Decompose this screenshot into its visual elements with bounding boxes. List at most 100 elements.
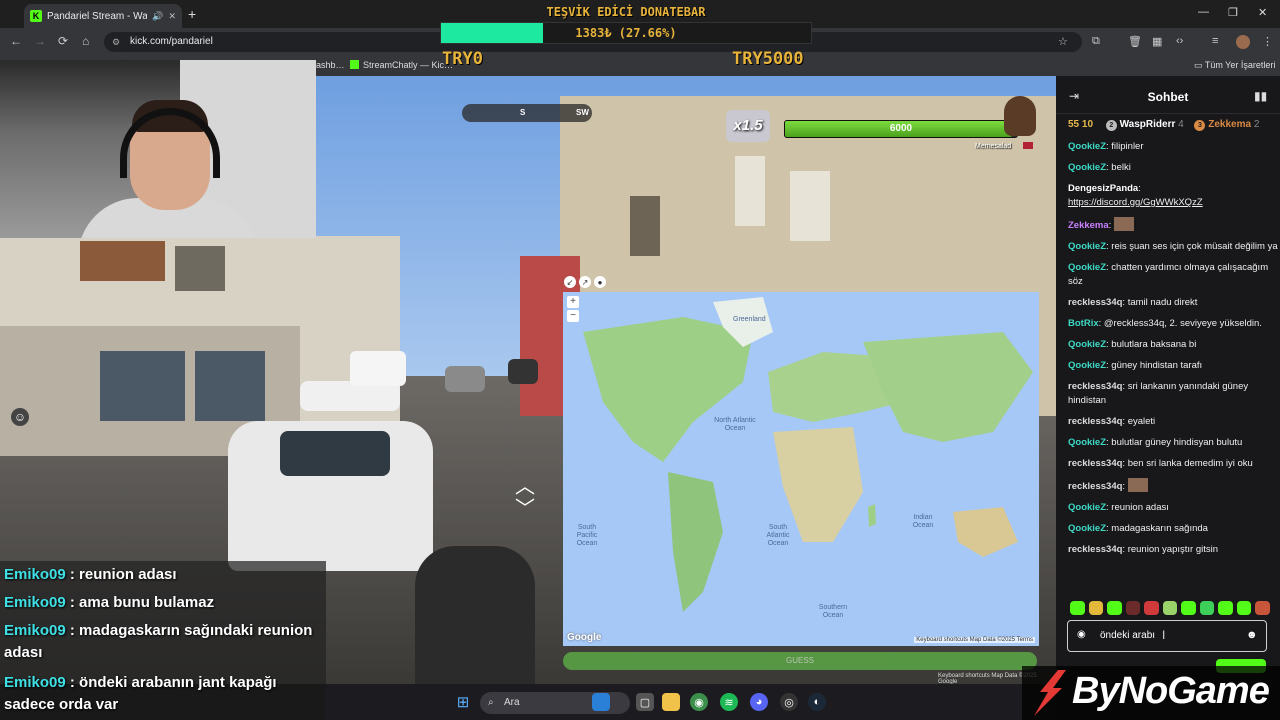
bookmark-star-icon[interactable]: ☆	[1058, 35, 1068, 48]
close-window-icon[interactable]: ✕	[1258, 6, 1267, 19]
chat-input[interactable]: ◉ öndeki arabı I ☻	[1067, 620, 1267, 652]
leader-count: 55 10	[1068, 119, 1094, 130]
bookmark-item[interactable]: StreamChatly — Kic…	[350, 60, 453, 70]
chat-settings-icon[interactable]: ◉	[1077, 629, 1086, 640]
chat-username[interactable]: reckless34q	[1068, 458, 1122, 469]
chat-username[interactable]: QookieZ	[1068, 241, 1106, 252]
emote-icon[interactable]	[1088, 601, 1104, 615]
chat-username[interactable]: DengesizPanda	[1068, 183, 1138, 194]
rank-badge: 3	[1194, 120, 1206, 131]
parked-van	[350, 351, 406, 386]
chat-username[interactable]: reckless34q	[1068, 544, 1122, 555]
emote-icon[interactable]	[1162, 601, 1178, 615]
forward-arrow-icon[interactable]: ︿	[505, 476, 545, 498]
chat-message: BotRix: @reckless34q, 2. seviyeye yüksel…	[1068, 317, 1278, 331]
audio-icon[interactable]: 🔊	[152, 11, 163, 22]
chat-text: reunion yapıştır gitsin	[1127, 544, 1218, 555]
widget-icon[interactable]	[592, 693, 610, 711]
new-tab-button[interactable]: +	[188, 6, 196, 22]
overlay-user: Emiko09	[4, 674, 66, 691]
emote-bar	[1070, 601, 1271, 617]
extensions-icon[interactable]: ⧉	[1092, 35, 1100, 48]
map-expand-icon[interactable]: ↗	[579, 276, 591, 288]
health-bar: 6000	[784, 120, 1018, 138]
menu-icon[interactable]: ⋮	[1262, 35, 1273, 48]
backward-arrow-icon[interactable]: ﹀	[505, 498, 545, 520]
window	[630, 196, 660, 256]
chrome-icon[interactable]: ◉	[690, 693, 708, 711]
emote-icon[interactable]	[1236, 601, 1252, 615]
chat-username[interactable]: QookieZ	[1068, 262, 1106, 273]
emote-icon[interactable]	[1107, 601, 1122, 615]
bookmark-item[interactable]: ashb…	[316, 60, 345, 70]
chat-username[interactable]: QookieZ	[1068, 502, 1106, 513]
chat-username[interactable]: reckless34q	[1068, 381, 1122, 392]
emote-icon[interactable]	[1218, 601, 1233, 615]
discord-icon[interactable]: ◕	[750, 693, 768, 711]
health-value: 6000	[889, 123, 913, 134]
maximize-icon[interactable]: ❐	[1228, 6, 1238, 19]
windows-start-icon[interactable]: ⊞	[454, 693, 472, 711]
chat-message: reckless34q: tamil nadu direkt	[1068, 296, 1278, 310]
chat-username[interactable]: BotRix	[1068, 318, 1099, 329]
spotify-icon[interactable]: ≋	[720, 693, 738, 711]
chat-username[interactable]: QookieZ	[1068, 437, 1106, 448]
zoom-in-button[interactable]: +	[567, 296, 579, 308]
guess-button[interactable]: GUESS	[563, 652, 1037, 670]
browser-tab[interactable]: K Pandariel Stream - Watch Li 🔊 ✕	[24, 4, 182, 28]
reload-icon[interactable]: ⟳	[58, 34, 68, 48]
chat-message: QookieZ: madagaskarın sağında	[1068, 522, 1278, 536]
chat-username[interactable]: Zekkema	[1068, 220, 1109, 231]
overlay-chat-line: Emiko09 : madagaskarın sağındaki reunion…	[4, 622, 313, 661]
obs-icon[interactable]: ◎	[780, 693, 798, 711]
map-shrink-icon[interactable]: ↙	[564, 276, 576, 288]
emote-icon[interactable]	[1070, 601, 1085, 615]
chat-username[interactable]: QookieZ	[1068, 162, 1106, 173]
emote-icon[interactable]	[1125, 601, 1141, 615]
chat-users-icon[interactable]: ▮▮	[1254, 89, 1267, 103]
home-icon[interactable]: ⌂	[82, 34, 89, 48]
compass-s: S	[520, 108, 526, 117]
forward-icon[interactable]: →	[34, 34, 46, 48]
chat-username[interactable]: QookieZ	[1068, 523, 1106, 534]
code-icon[interactable]: ‹›	[1176, 35, 1183, 47]
task-view-icon[interactable]: ▢	[636, 693, 654, 711]
emote-icon[interactable]	[1144, 601, 1159, 615]
world-map	[583, 297, 1033, 612]
reading-list-icon[interactable]: ≡	[1212, 35, 1218, 47]
guess-map[interactable]: + − Greenland North Atlantic Ocean South…	[563, 292, 1039, 646]
emote-icon[interactable]: ☺	[11, 408, 29, 426]
site-info-icon[interactable]: ⚙	[112, 32, 120, 52]
zoom-out-button[interactable]: −	[567, 310, 579, 322]
back-icon[interactable]: ←	[10, 34, 22, 48]
chat-link[interactable]: https://discord.gg/GgWWkXQzZ	[1068, 197, 1203, 208]
steam-icon[interactable]: ◐	[808, 693, 826, 711]
emoji-picker-icon[interactable]: ☻	[1246, 629, 1258, 641]
overlay-chat-line: Emiko09 : öndeki arabanın jant kapağı sa…	[4, 674, 277, 713]
ocean-label: South Atlantic Ocean	[766, 524, 790, 547]
chat-text: reunion adası	[1111, 502, 1169, 513]
trash-icon[interactable]: 🗑	[1128, 35, 1142, 48]
emote-icon[interactable]	[1255, 601, 1271, 615]
chat-message: QookieZ: chatten yardımcı olmaya çalışac…	[1068, 261, 1278, 289]
leader-count: 4	[1178, 119, 1184, 130]
profile-avatar[interactable]	[1236, 35, 1250, 49]
minimize-icon[interactable]: —	[1198, 6, 1209, 18]
move-arrows[interactable]: ︿ ﹀	[505, 476, 545, 520]
chat-username[interactable]: reckless34q	[1068, 297, 1122, 308]
chat-username[interactable]: QookieZ	[1068, 141, 1106, 152]
map-pin-icon[interactable]: ●	[594, 276, 606, 288]
gift-leaderboard: 55 10 2 WaspRiderr 4 3 Zekkema 2	[1068, 119, 1278, 133]
chat-username[interactable]: reckless34q	[1068, 416, 1122, 427]
chat-username[interactable]: reckless34q	[1068, 481, 1122, 492]
chat-username[interactable]: QookieZ	[1068, 339, 1106, 350]
emote-icon[interactable]	[1181, 601, 1196, 615]
ocean-label: North Atlantic Ocean	[714, 417, 756, 432]
grid-icon[interactable]: ▦	[1152, 35, 1162, 48]
close-tab-icon[interactable]: ✕	[168, 11, 176, 22]
file-explorer-icon[interactable]	[662, 693, 680, 711]
emote-icon[interactable]	[1199, 601, 1215, 615]
all-bookmarks[interactable]: ▭ Tüm Yer İşaretleri	[1194, 60, 1275, 71]
chat-username[interactable]: QookieZ	[1068, 360, 1106, 371]
overlay-chat-line: Emiko09 : ama bunu bulamaz	[4, 594, 215, 611]
